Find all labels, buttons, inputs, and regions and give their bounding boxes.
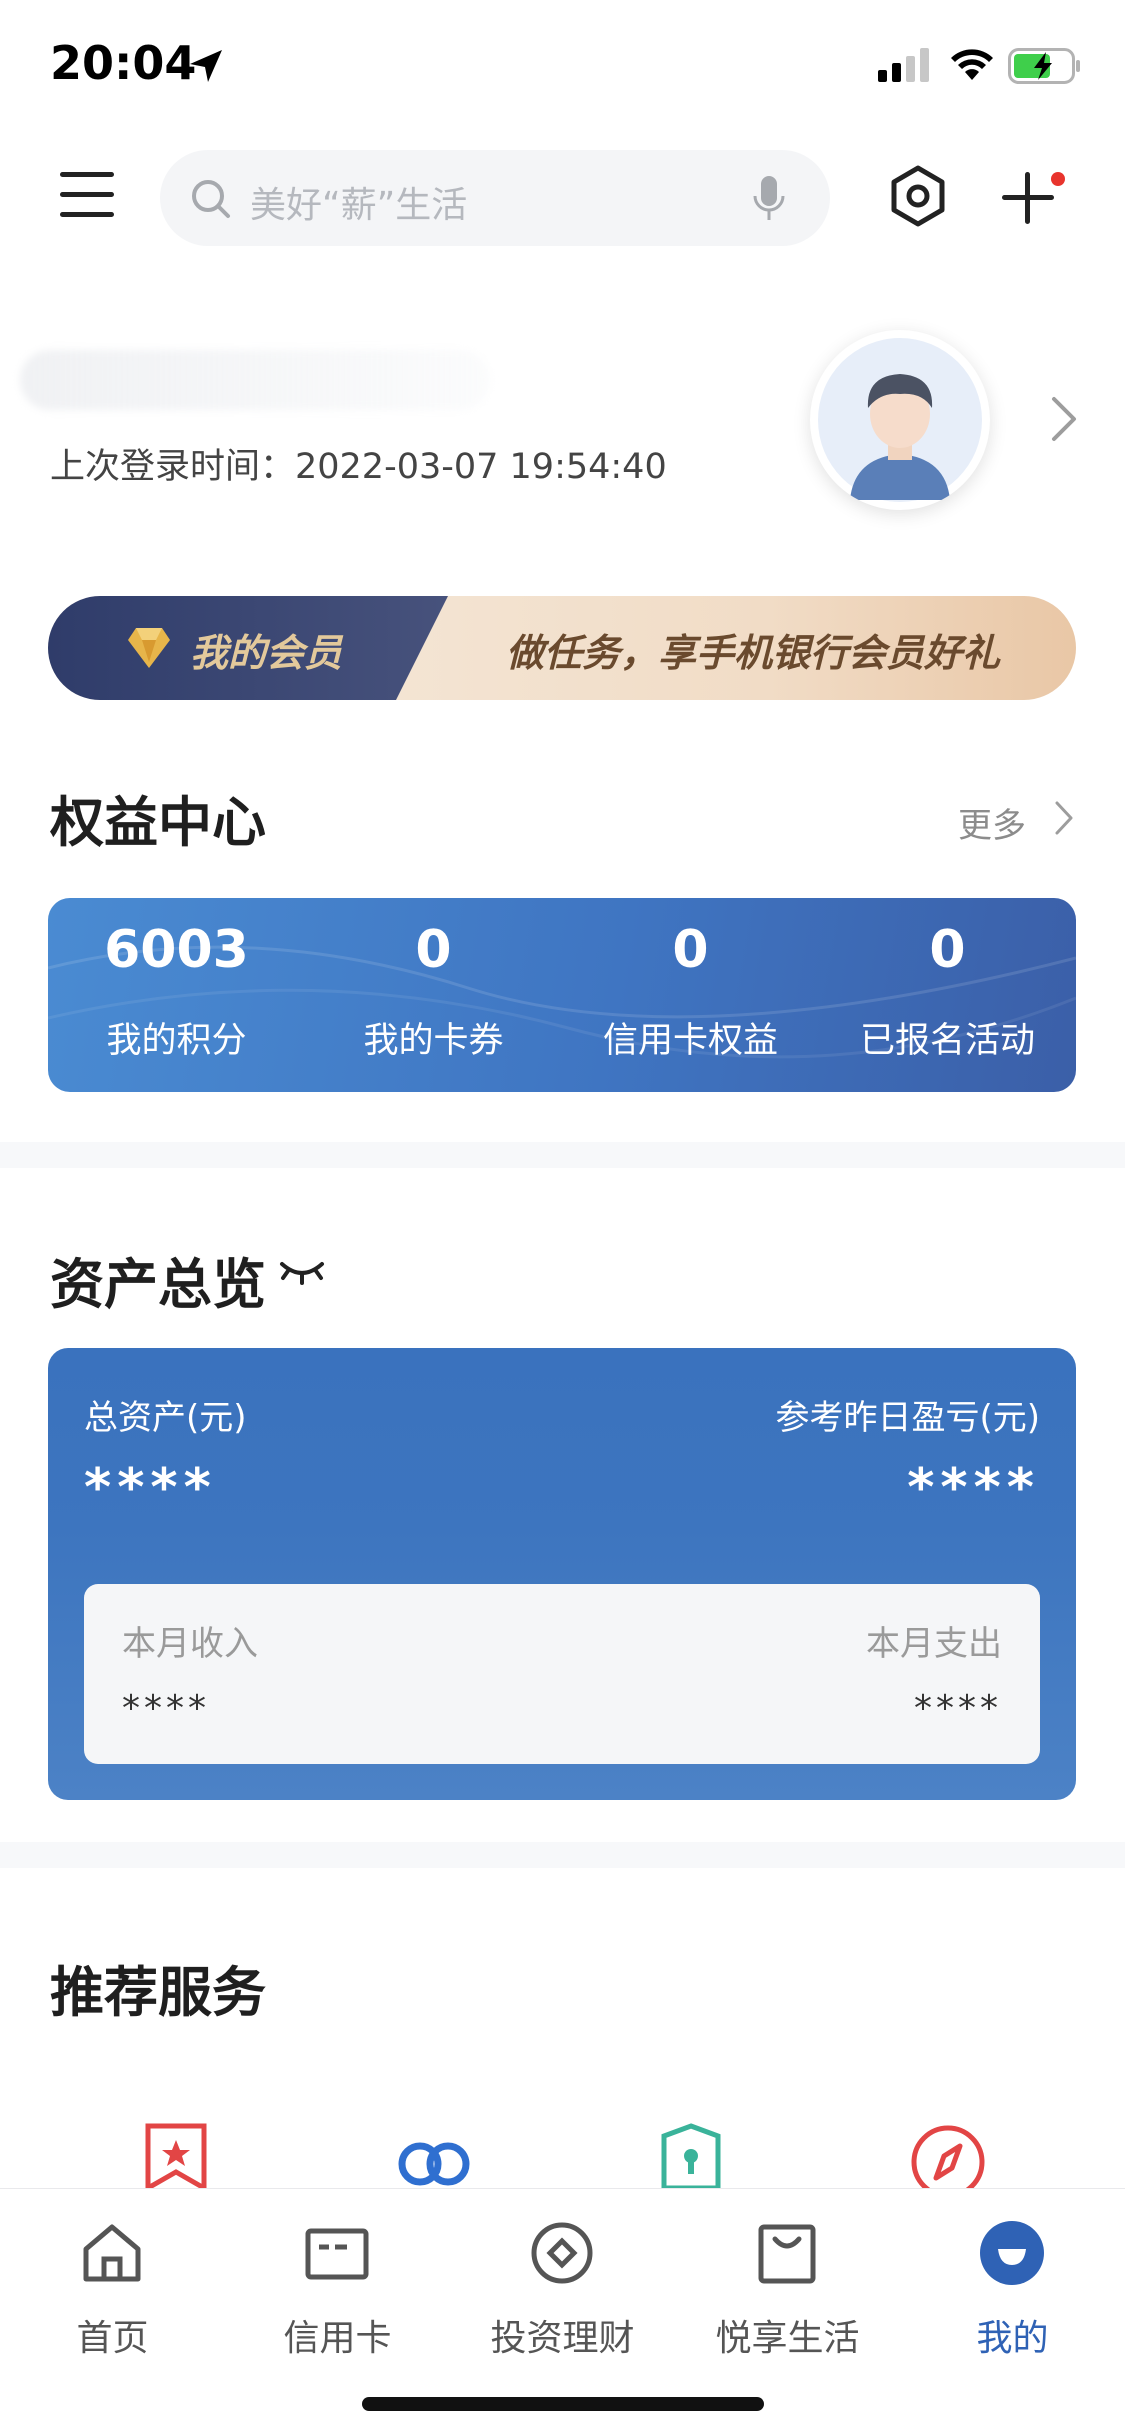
- benefit-coupons[interactable]: 0 我的卡券: [305, 898, 562, 1092]
- settings-hexagon-icon[interactable]: [886, 164, 950, 228]
- tab-label: 信用卡: [283, 2318, 392, 2359]
- last-login-time: 上次登录时间：2022-03-07 19:54:40: [50, 447, 667, 487]
- battery-charging-icon: [1008, 48, 1080, 84]
- member-label: 我的会员: [190, 631, 343, 675]
- home-indicator: [362, 2397, 764, 2411]
- benefit-value: 6003: [104, 920, 249, 980]
- bookmark-star-icon[interactable]: [144, 2122, 208, 2188]
- benefit-value: 0: [672, 920, 709, 980]
- investment-icon: [531, 2222, 593, 2284]
- asset-card[interactable]: 总资产(元) **** 参考昨日盈亏(元) **** 本月收入 **** 本月支…: [48, 1348, 1076, 1800]
- location-arrow-icon: [190, 50, 222, 82]
- total-assets-label: 总资产(元): [84, 1398, 247, 1438]
- monthly-expense-label: 本月支出: [866, 1624, 1002, 1664]
- shopping-bag-icon: [758, 2224, 816, 2284]
- eye-closed-icon[interactable]: [278, 1258, 326, 1288]
- microphone-icon[interactable]: [752, 174, 786, 224]
- compass-icon[interactable]: [908, 2122, 988, 2188]
- more-link[interactable]: 更多: [958, 798, 1026, 847]
- section-divider: [0, 1142, 1125, 1168]
- benefits-section-title: 权益中心: [50, 791, 266, 854]
- tab-credit-card[interactable]: 信用卡: [225, 2209, 450, 2359]
- member-promo-text: 做任务，享手机银行会员好礼: [506, 631, 1001, 675]
- diamond-icon: [128, 628, 170, 668]
- search-placeholder: 美好“薪”生活: [250, 185, 468, 226]
- benefit-label: 已报名活动: [859, 1021, 1035, 1061]
- tab-label: 我的: [976, 2318, 1049, 2359]
- chevron-right-icon[interactable]: [1054, 800, 1074, 836]
- tab-investment[interactable]: 投资理财: [450, 2209, 675, 2359]
- services-section-title: 推荐服务: [50, 1961, 266, 2024]
- search-bar[interactable]: 美好“薪”生活: [160, 150, 830, 246]
- status-bar: 20:04: [0, 0, 1125, 140]
- benefit-label: 我的积分: [106, 1021, 247, 1061]
- tab-mine[interactable]: 我的: [900, 2209, 1125, 2359]
- menu-icon[interactable]: [60, 170, 114, 220]
- plus-icon[interactable]: [1000, 170, 1056, 226]
- tab-label: 悦享生活: [715, 2318, 860, 2359]
- benefit-value: 0: [929, 920, 966, 980]
- monthly-expense-value: ****: [914, 1688, 1002, 1729]
- yesterday-pl-value: ****: [907, 1458, 1040, 1518]
- search-icon: [192, 180, 230, 218]
- cellular-signal-icon: [878, 48, 929, 82]
- wifi-icon: [951, 49, 993, 80]
- avatar-illustration-icon: [818, 338, 982, 502]
- link-icon[interactable]: [392, 2122, 476, 2188]
- benefit-credit-card-rights[interactable]: 0 信用卡权益: [562, 898, 819, 1092]
- monthly-summary-panel: 本月收入 **** 本月支出 ****: [84, 1584, 1040, 1764]
- credit-card-icon: [305, 2228, 369, 2280]
- home-icon: [83, 2224, 141, 2282]
- benefit-label: 信用卡权益: [602, 1021, 778, 1061]
- monthly-income-label: 本月收入: [122, 1624, 258, 1664]
- benefits-card: 6003 我的积分 0 我的卡券 0 信用卡权益 0 已报名活动: [48, 898, 1076, 1092]
- tab-home[interactable]: 首页: [0, 2209, 225, 2359]
- assets-section-title: 资产总览: [50, 1253, 266, 1316]
- benefit-value: 0: [415, 920, 452, 980]
- username-blurred: [20, 350, 490, 410]
- notification-dot: [1051, 172, 1065, 186]
- profile-icon: [980, 2221, 1044, 2285]
- tab-label: 首页: [76, 2318, 149, 2359]
- monthly-income-value: ****: [122, 1688, 210, 1729]
- tab-life[interactable]: 悦享生活: [675, 2209, 900, 2359]
- yesterday-pl-label: 参考昨日盈亏(元): [775, 1398, 1040, 1438]
- benefit-label: 我的卡券: [363, 1021, 504, 1061]
- chevron-right-icon[interactable]: [1050, 395, 1078, 443]
- avatar[interactable]: [810, 330, 990, 510]
- tab-label: 投资理财: [490, 2318, 635, 2359]
- shield-lock-icon[interactable]: [658, 2122, 724, 2188]
- status-time: 20:04: [50, 36, 197, 90]
- benefit-registered-events[interactable]: 0 已报名活动: [819, 898, 1076, 1092]
- total-assets-value: ****: [84, 1458, 217, 1518]
- benefit-points[interactable]: 6003 我的积分: [48, 898, 305, 1092]
- member-banner[interactable]: 我的会员 做任务，享手机银行会员好礼: [48, 596, 1076, 700]
- section-divider: [0, 1842, 1125, 1868]
